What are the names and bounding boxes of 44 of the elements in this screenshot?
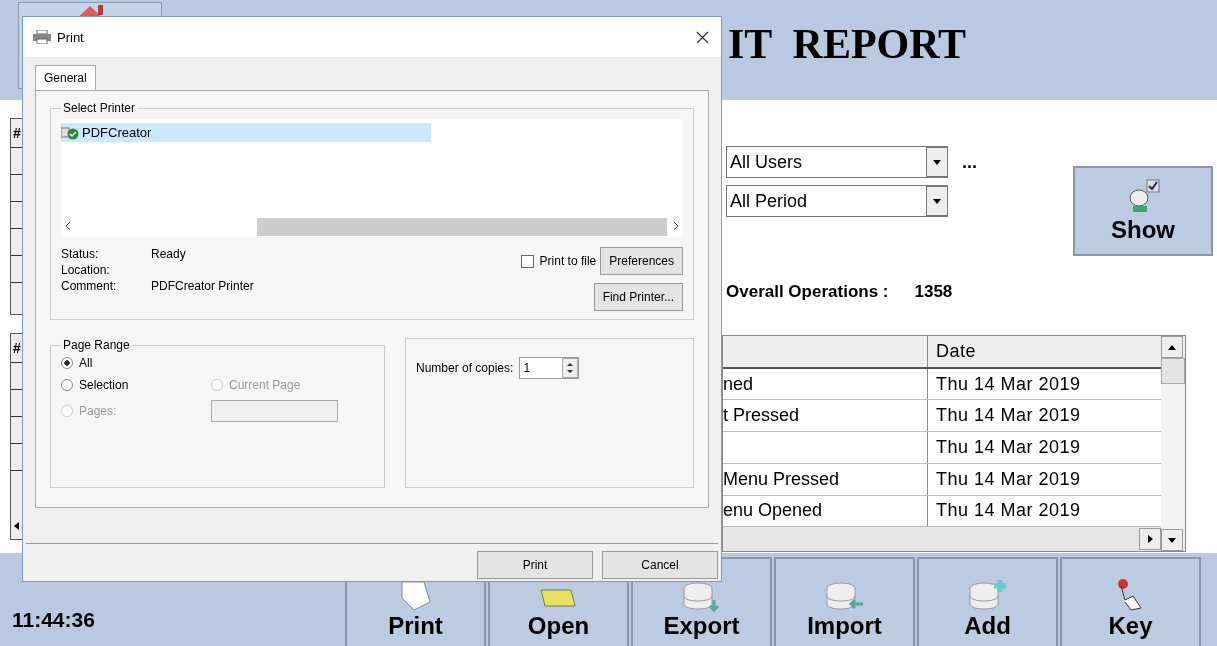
report-title: IT REPORT — [727, 20, 968, 69]
table-cell: t Pressed — [723, 400, 928, 432]
radio-option: Pages: — [61, 400, 211, 422]
overall-operations-value: 1358 — [914, 282, 953, 302]
group-title: Page Range — [62, 338, 131, 352]
toolbar-button[interactable]: Import — [774, 557, 915, 646]
copies-label: Number of copies: — [416, 361, 514, 375]
clock-time: 11:44:36 — [12, 608, 95, 632]
table-cell-text: Thu 14 Mar 2019 — [935, 500, 1081, 522]
radio-option[interactable]: Selection — [61, 378, 211, 392]
preferences-button[interactable]: Preferences — [600, 247, 683, 275]
overall-operations-label: Overall Operations : — [726, 282, 889, 302]
more-button[interactable]: ... — [962, 151, 977, 173]
dialog-title: Print — [57, 29, 84, 45]
info-label: Status: — [61, 247, 100, 263]
table-cell-text: Thu 14 Mar 2019 — [935, 436, 1081, 458]
printer-item[interactable]: PDFCreator — [61, 123, 431, 142]
info-value: PDFCreator Printer — [151, 279, 254, 295]
toolbar-button[interactable]: Add — [917, 557, 1058, 646]
table-cell: ned — [723, 368, 928, 400]
general-tab[interactable]: General — [35, 65, 96, 90]
print-to-file-checkbox[interactable]: Print to file — [520, 254, 597, 268]
cancel-button[interactable]: Cancel — [602, 551, 718, 579]
copies-spinbox[interactable]: 1 — [519, 357, 580, 379]
table-cell: Menu Pressed — [723, 463, 928, 495]
print-button[interactable]: Print — [477, 551, 593, 579]
group-title: Select Printer — [62, 101, 137, 115]
toolbar-button[interactable]: Key — [1060, 557, 1201, 646]
info-value: Ready — [151, 247, 186, 263]
info-label: Comment: — [61, 279, 118, 295]
table-cell-text: Thu 14 Mar 2019 — [935, 373, 1081, 395]
column-header: # — [12, 339, 22, 358]
show-button[interactable]: Show — [1073, 166, 1213, 256]
table-cell-text: Thu 14 Mar 2019 — [935, 405, 1081, 427]
period-dropdown[interactable]: All Period — [726, 185, 948, 217]
table-cell: enu Opened — [723, 495, 928, 527]
radio-option: Current Page — [211, 378, 374, 392]
table-cell-text: Thu 14 Mar 2019 — [935, 468, 1081, 490]
column-header: # — [12, 124, 22, 143]
info-label: Location: — [61, 263, 111, 279]
radio-option[interactable]: All — [61, 356, 211, 370]
find-printer-button[interactable]: Find Printer... — [593, 283, 683, 311]
column-header: Date — [935, 340, 977, 362]
users-dropdown[interactable]: All Users — [726, 146, 948, 178]
